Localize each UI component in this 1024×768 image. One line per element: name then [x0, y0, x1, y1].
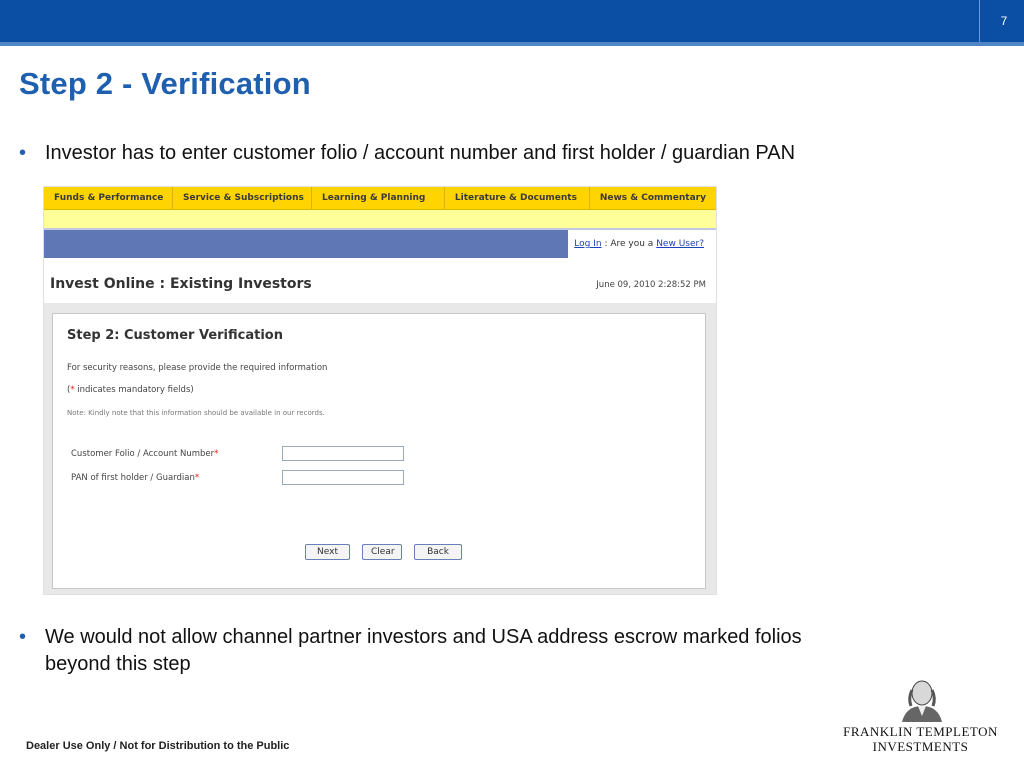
bullet-2: • We would not allow channel partner inve…	[19, 624, 959, 678]
timestamp: June 09, 2010 2:28:52 PM	[596, 280, 706, 290]
franklin-portrait-icon	[894, 676, 950, 722]
page-title: Invest Online : Existing Investors	[50, 276, 312, 292]
nav-item-funds-performance[interactable]: Funds & Performance	[44, 187, 173, 209]
yellow-band	[44, 210, 716, 228]
footer-disclaimer: Dealer Use Only / Not for Distribution t…	[26, 740, 290, 752]
next-button[interactable]: Next	[305, 544, 350, 560]
slide-title: Step 2 - Verification	[19, 66, 311, 101]
login-area: Log In : Are you a New User?	[568, 230, 716, 258]
bullet-1: • Investor has to enter customer folio / …	[19, 140, 795, 167]
bullet-dot-icon: •	[19, 626, 27, 648]
pan-input[interactable]	[282, 470, 404, 485]
folio-input[interactable]	[282, 446, 404, 461]
header-underline	[0, 42, 1024, 46]
records-note: Note: Kindly note that this information …	[67, 409, 325, 417]
bullet-2-text-line1: We would not allow channel partner inves…	[45, 626, 802, 648]
page-number: 7	[1000, 14, 1008, 28]
mandatory-text: indicates mandatory fields)	[74, 385, 194, 395]
top-nav: Funds & Performance Service & Subscripti…	[44, 187, 716, 210]
bullet-1-text: Investor has to enter customer folio / a…	[45, 142, 796, 164]
embedded-screenshot: Funds & Performance Service & Subscripti…	[43, 186, 717, 595]
bullet-dot-icon: •	[19, 142, 27, 164]
verification-form: Step 2: Customer Verification For securi…	[52, 313, 706, 589]
header-divider	[979, 0, 980, 42]
page-header: Invest Online : Existing Investors June …	[44, 258, 716, 308]
step-title: Step 2: Customer Verification	[67, 328, 283, 343]
nav-item-learning-planning[interactable]: Learning & Planning	[312, 187, 445, 209]
new-user-link[interactable]: New User?	[656, 239, 704, 249]
security-info: For security reasons, please provide the…	[67, 363, 328, 373]
nav-item-service-subscriptions[interactable]: Service & Subscriptions	[173, 187, 312, 209]
pan-label: PAN of first holder / Guardian*	[71, 473, 199, 483]
pan-label-text: PAN of first holder / Guardian	[71, 473, 195, 483]
mandatory-info: (* indicates mandatory fields)	[67, 385, 194, 395]
logo-text-line1: FRANKLIN TEMPLETON	[843, 724, 998, 739]
franklin-templeton-logo: FRANKLIN TEMPLETON INVESTMENTS	[838, 676, 1003, 756]
login-prompt: : Are you a	[604, 239, 654, 249]
login-bar: Log In : Are you a New User?	[44, 228, 716, 258]
folio-label: Customer Folio / Account Number*	[71, 449, 218, 459]
back-button[interactable]: Back	[414, 544, 462, 560]
folio-label-text: Customer Folio / Account Number	[71, 449, 215, 459]
nav-item-literature-documents[interactable]: Literature & Documents	[445, 187, 590, 209]
pan-required-star: *	[194, 473, 200, 483]
logo-text-line2: INVESTMENTS	[872, 739, 969, 754]
folio-required-star: *	[214, 449, 219, 459]
clear-button[interactable]: Clear	[362, 544, 402, 560]
bullet-2-text-line2: beyond this step	[45, 653, 191, 675]
header-bar	[0, 0, 1024, 42]
nav-item-news-commentary[interactable]: News & Commentary	[590, 187, 716, 209]
login-link[interactable]: Log In	[574, 239, 601, 249]
